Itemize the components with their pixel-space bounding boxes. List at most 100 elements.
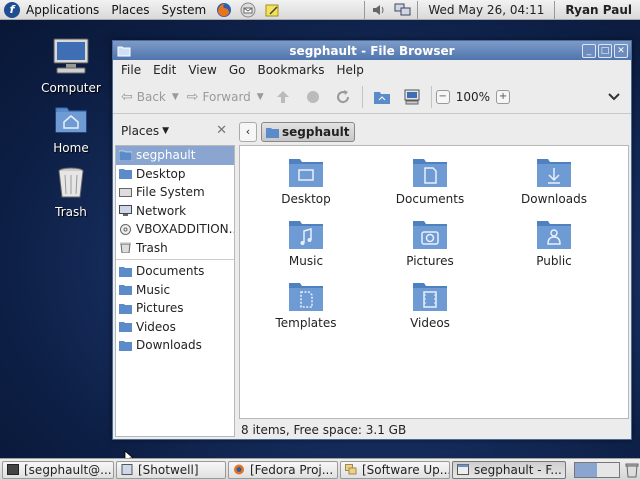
task-firefox[interactable]: [Fedora Proj... <box>228 460 338 479</box>
desktop-trash[interactable]: Trash <box>36 164 106 219</box>
sidebar-item-label: Videos <box>136 319 176 334</box>
statusbar: 8 items, Free space: 3.1 GB <box>239 421 406 439</box>
desktop-icon-label: Trash <box>55 205 87 219</box>
trash-applet-icon[interactable] <box>624 462 640 478</box>
sidebar-separator <box>116 259 234 260</box>
sidebar-item-network[interactable]: Network <box>116 202 234 221</box>
minimize-button[interactable]: _ <box>582 43 596 58</box>
back-button[interactable]: ⇦ Back ▼ <box>117 83 183 111</box>
menu-go[interactable]: Go <box>223 63 252 77</box>
desktop-home[interactable]: Home <box>36 100 106 155</box>
public-folder-icon <box>537 221 571 249</box>
status-text: 8 items, Free space: 3.1 GB <box>241 423 407 437</box>
top-panel: f Applications Places System Wed May 26,… <box>0 0 640 20</box>
path-segment-home[interactable]: segphault <box>261 122 355 142</box>
back-arrow-icon: ⇦ <box>121 88 133 105</box>
sidebar-item-label: Desktop <box>136 166 186 181</box>
sidebar-item-file-system[interactable]: File System <box>116 183 234 202</box>
firefox-icon[interactable] <box>215 2 233 18</box>
file-item-music[interactable]: Music <box>256 218 356 268</box>
path-back-button[interactable]: ‹ <box>239 122 257 142</box>
task-software-update[interactable]: [Software Up... <box>340 460 450 479</box>
file-item-templates[interactable]: Templates <box>256 280 356 330</box>
file-item-label: Documents <box>395 192 465 206</box>
file-item-label: Desktop <box>281 192 331 206</box>
user-menu[interactable]: Ryan Paul <box>557 3 640 17</box>
network-status-icon[interactable] <box>394 2 412 18</box>
zoom-in-button[interactable]: + <box>496 89 511 104</box>
menu-file[interactable]: File <box>115 63 147 77</box>
file-item-downloads[interactable]: Downloads <box>504 156 604 206</box>
menu-help[interactable]: Help <box>331 63 370 77</box>
home-icon <box>266 127 279 138</box>
sidebar-item-vboxadditions[interactable]: VBOXADDITION... <box>116 220 234 239</box>
task-file-browser[interactable]: segphault - F... <box>452 460 566 479</box>
zoom-level: 100% <box>455 89 491 104</box>
chevron-down-icon[interactable]: ▼ <box>257 92 264 102</box>
path-label: segphault <box>282 125 350 139</box>
sidebar-item-downloads[interactable]: Downloads <box>116 336 234 355</box>
sidebar-item-desktop[interactable]: Desktop <box>116 165 234 184</box>
sidebar-header[interactable]: Places ▼ ✕ <box>113 117 235 145</box>
file-item-public[interactable]: Public <box>504 218 604 268</box>
folder-icon <box>119 285 132 296</box>
reload-icon[interactable] <box>332 86 354 108</box>
home-folder-icon <box>55 107 87 133</box>
clock[interactable]: Wed May 26, 04:11 <box>420 3 552 17</box>
file-item-videos[interactable]: Videos <box>380 280 480 330</box>
home-icon[interactable] <box>371 86 393 108</box>
zoom-out-button[interactable]: − <box>435 89 450 104</box>
file-browser-icon <box>457 464 469 475</box>
sidebar-item-music[interactable]: Music <box>116 281 234 300</box>
pictures-folder-icon <box>413 221 447 249</box>
desktop-computer[interactable]: Computer <box>36 36 106 95</box>
file-item-desktop[interactable]: Desktop <box>256 156 356 206</box>
toolbar-separator <box>361 85 363 108</box>
file-item-documents[interactable]: Documents <box>380 156 480 206</box>
desktop-icon-label: Home <box>53 141 89 155</box>
applications-menu[interactable]: Applications <box>20 3 105 17</box>
system-menu[interactable]: System <box>155 3 212 17</box>
sidebar-item-videos[interactable]: Videos <box>116 318 234 337</box>
sidebar-item-label: VBOXADDITION... <box>136 222 235 237</box>
file-item-pictures[interactable]: Pictures <box>380 218 480 268</box>
close-button[interactable]: ✕ <box>614 43 628 58</box>
taskbar: [segphault@... [Shotwell] [Fedora Proj..… <box>0 458 640 480</box>
task-terminal[interactable]: [segphault@... <box>2 460 114 479</box>
sidebar-item-documents[interactable]: Documents <box>116 262 234 281</box>
trash-icon <box>58 167 84 198</box>
toolbar-separator <box>430 85 432 108</box>
menu-edit[interactable]: Edit <box>147 63 182 77</box>
sidebar-item-label: Trash <box>136 240 168 255</box>
maximize-button[interactable]: □ <box>598 43 612 58</box>
home-icon <box>119 150 132 161</box>
music-folder-icon <box>289 221 323 249</box>
sidebar-item-pictures[interactable]: Pictures <box>116 299 234 318</box>
workspace-1[interactable] <box>575 462 597 477</box>
file-view[interactable]: Desktop Documents Downloads Music Pictur… <box>239 145 629 419</box>
task-label: [segphault@... <box>24 462 112 477</box>
menu-bookmarks[interactable]: Bookmarks <box>251 63 330 77</box>
chevron-down-icon[interactable]: ▼ <box>172 92 179 102</box>
close-icon[interactable]: ✕ <box>216 123 227 138</box>
chevron-down-icon[interactable] <box>603 86 625 108</box>
menu-view[interactable]: View <box>182 63 222 77</box>
sidebar-item-trash[interactable]: Trash <box>116 239 234 258</box>
stop-icon[interactable] <box>302 86 324 108</box>
task-shotwell[interactable]: [Shotwell] <box>116 460 226 479</box>
back-label: Back <box>136 89 166 104</box>
up-icon[interactable] <box>272 86 294 108</box>
desktop-icon <box>119 169 132 180</box>
fedora-logo-icon[interactable]: f <box>4 1 20 18</box>
mail-icon[interactable] <box>239 2 257 18</box>
workspace-switcher[interactable] <box>574 461 620 478</box>
folder-icon <box>119 266 132 277</box>
window-titlebar[interactable]: segphault - File Browser _ □ ✕ <box>113 41 631 60</box>
sidebar-item-home[interactable]: segphault <box>116 146 234 165</box>
forward-button[interactable]: ⇨ Forward ▼ <box>183 83 268 111</box>
places-menu[interactable]: Places <box>105 3 155 17</box>
workspace-2[interactable] <box>597 462 619 477</box>
notes-icon[interactable] <box>263 2 281 18</box>
computer-icon[interactable] <box>401 86 423 108</box>
volume-icon[interactable] <box>370 2 388 18</box>
